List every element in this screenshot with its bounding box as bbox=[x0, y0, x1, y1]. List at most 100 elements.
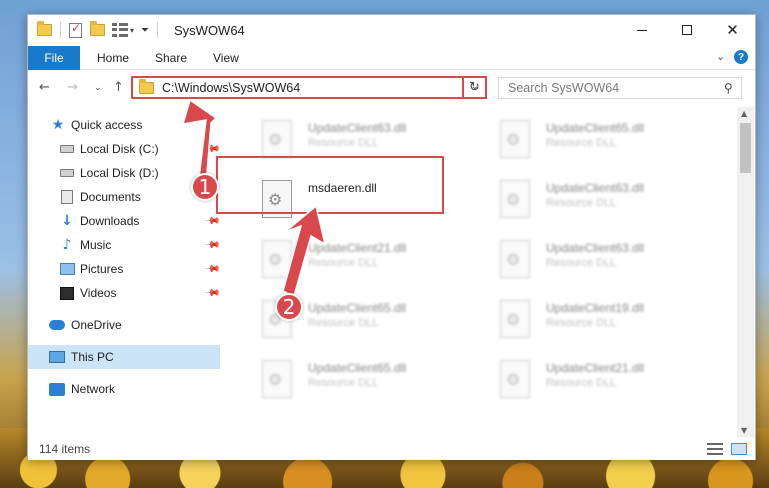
sidebar-item-music[interactable]: ♪ Music 📌 bbox=[28, 233, 221, 257]
file-name: UpdateClient21.dll bbox=[308, 241, 407, 255]
sidebar-item-local-disk-c[interactable]: Local Disk (C:) 📌 bbox=[28, 137, 221, 161]
dll-file-icon bbox=[500, 240, 530, 278]
search-input[interactable]: Search SysWOW64 bbox=[508, 81, 619, 95]
pin-icon: 📌 bbox=[203, 236, 221, 254]
file-item[interactable]: UpdateClient65.dll Resource DLL bbox=[250, 355, 480, 403]
qa-new-folder-button[interactable] bbox=[90, 21, 105, 39]
vertical-scrollbar[interactable]: ▲ ▼ bbox=[737, 107, 754, 437]
highlight-box-file bbox=[216, 156, 444, 214]
folder-icon bbox=[37, 21, 52, 36]
details-view-button[interactable] bbox=[707, 443, 723, 455]
file-name: UpdateClient65.dll bbox=[308, 301, 407, 315]
file-item[interactable]: UpdateClient21.dll Resource DLL bbox=[250, 235, 480, 283]
item-count: 114 items bbox=[39, 442, 91, 456]
sidebar-item-downloads[interactable]: ↓ Downloads 📌 bbox=[28, 209, 220, 233]
pin-icon: 📌 bbox=[203, 284, 221, 302]
close-icon: ✕ bbox=[726, 21, 739, 39]
videos-icon bbox=[59, 286, 75, 300]
maximize-icon bbox=[681, 25, 692, 35]
qa-properties-button[interactable] bbox=[69, 21, 82, 39]
music-icon: ♪ bbox=[62, 237, 72, 253]
sidebar-item-network[interactable]: Network bbox=[28, 377, 220, 401]
scroll-up-icon[interactable]: ▲ bbox=[741, 109, 747, 118]
sidebar-item-label: OneDrive bbox=[71, 318, 122, 332]
file-item[interactable]: UpdateClient63.dll Resource DLL bbox=[488, 175, 718, 223]
file-item[interactable]: UpdateClient65.dll Resource DLL bbox=[488, 115, 718, 163]
pin-icon: 📌 bbox=[203, 260, 221, 278]
dll-file-icon bbox=[262, 240, 292, 278]
tab-share[interactable]: Share bbox=[155, 51, 187, 65]
help-icon[interactable]: ? bbox=[734, 50, 748, 64]
downloads-icon: ↓ bbox=[61, 213, 73, 229]
sidebar-item-pictures[interactable]: Pictures 📌 bbox=[28, 257, 221, 281]
dropdown-arrow-icon: ▾ bbox=[130, 25, 135, 35]
arrow-up-icon: ↑ bbox=[113, 80, 124, 95]
sidebar-item-label: Local Disk (C:) bbox=[80, 142, 159, 156]
star-icon: ★ bbox=[51, 117, 65, 133]
qa-view-button[interactable]: ▾ bbox=[112, 21, 134, 39]
file-name: UpdateClient63.dll bbox=[546, 181, 645, 195]
file-type: Resource DLL bbox=[546, 377, 617, 389]
up-button[interactable]: ↑ bbox=[113, 80, 124, 95]
disk-icon bbox=[59, 166, 75, 180]
ribbon-tabs: File Home Share View ⌄ ? bbox=[28, 46, 755, 70]
qa-customize-button[interactable]: ⏷ bbox=[141, 21, 149, 39]
properties-icon bbox=[69, 21, 82, 38]
tab-view[interactable]: View bbox=[213, 51, 239, 65]
dll-file-icon bbox=[500, 120, 530, 158]
qa-folder-button[interactable] bbox=[37, 21, 52, 39]
ribbon-expand-icon[interactable]: ⌄ bbox=[716, 50, 725, 63]
file-item[interactable]: UpdateClient21.dll Resource DLL bbox=[488, 355, 718, 403]
file-type: Resource DLL bbox=[546, 137, 617, 149]
sidebar-item-videos[interactable]: Videos 📌 bbox=[28, 281, 221, 305]
tab-file[interactable]: File bbox=[28, 46, 80, 70]
file-item[interactable]: UpdateClient63.dll Resource DLL bbox=[488, 235, 718, 283]
file-name: UpdateClient63.dll bbox=[308, 121, 407, 135]
chevron-down-icon: ⌄ bbox=[94, 83, 102, 93]
file-item[interactable]: UpdateClient19.dll Resource DLL bbox=[488, 295, 718, 343]
sidebar-item-this-pc[interactable]: This PC bbox=[28, 345, 220, 369]
navigation-pane: ★ Quick access Local Disk (C:) 📌 Local D… bbox=[28, 107, 221, 437]
dll-file-icon bbox=[500, 180, 530, 218]
search-icon: ⚲ bbox=[724, 81, 733, 95]
scroll-down-icon[interactable]: ▼ bbox=[741, 426, 747, 435]
documents-icon bbox=[59, 190, 75, 204]
dll-file-icon bbox=[500, 300, 530, 338]
pin-icon: 📌 bbox=[203, 212, 221, 230]
sidebar-item-label: Pictures bbox=[80, 262, 124, 276]
maximize-button[interactable] bbox=[664, 15, 709, 45]
file-type: Resource DLL bbox=[546, 197, 617, 209]
title-separator bbox=[60, 22, 61, 38]
search-box[interactable]: Search SysWOW64 ⚲ bbox=[498, 77, 742, 99]
arrow-right-icon: → bbox=[67, 80, 78, 95]
file-type: Resource DLL bbox=[308, 137, 379, 149]
scroll-thumb[interactable] bbox=[740, 123, 751, 173]
address-bar[interactable]: C:\Windows\SysWOW64 ⌄ bbox=[131, 76, 487, 99]
tab-home[interactable]: Home bbox=[97, 51, 129, 65]
step-2-badge: 2 bbox=[275, 293, 303, 321]
step-1-badge: 1 bbox=[191, 173, 219, 201]
minimize-button[interactable] bbox=[619, 15, 664, 45]
refresh-button[interactable]: ↻ bbox=[462, 76, 487, 99]
back-button[interactable]: ← bbox=[39, 80, 50, 95]
file-name: UpdateClient65.dll bbox=[546, 121, 645, 135]
onedrive-icon bbox=[49, 318, 65, 332]
large-icons-view-button[interactable] bbox=[731, 443, 747, 455]
title-separator-2 bbox=[157, 22, 158, 38]
sidebar-item-label: Videos bbox=[80, 286, 117, 300]
recent-locations-button[interactable]: ⌄ bbox=[94, 83, 102, 93]
this-pc-icon bbox=[49, 350, 65, 364]
close-button[interactable]: ✕ bbox=[710, 15, 755, 45]
sidebar-item-onedrive[interactable]: OneDrive bbox=[28, 313, 220, 337]
sidebar-item-label: Downloads bbox=[80, 214, 140, 228]
file-type: Resource DLL bbox=[546, 257, 617, 269]
minimize-icon bbox=[636, 29, 647, 31]
file-name: UpdateClient21.dll bbox=[546, 361, 645, 375]
forward-button[interactable]: → bbox=[67, 80, 78, 95]
sidebar-item-label: Documents bbox=[80, 190, 141, 204]
sidebar-item-label: Local Disk (D:) bbox=[80, 166, 159, 180]
address-path: C:\Windows\SysWOW64 bbox=[162, 80, 301, 95]
file-type: Resource DLL bbox=[308, 257, 379, 269]
sidebar-item-quick-access[interactable]: ★ Quick access bbox=[28, 113, 220, 137]
file-name: UpdateClient65.dll bbox=[308, 361, 407, 375]
